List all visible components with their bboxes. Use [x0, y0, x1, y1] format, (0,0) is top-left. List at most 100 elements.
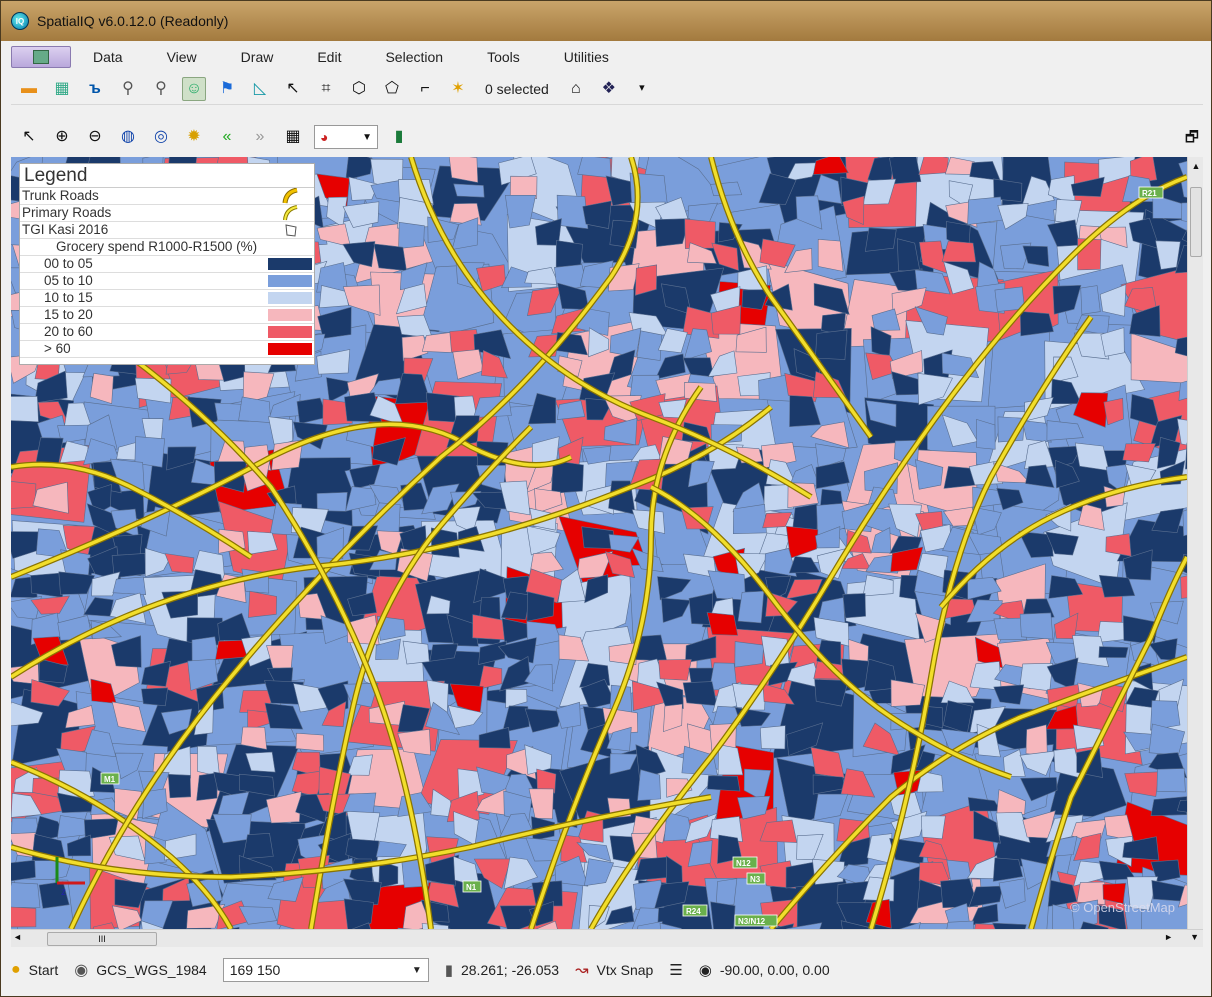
bookmark-icon[interactable]: ▮: [387, 125, 411, 149]
parcel-polygon: [864, 227, 897, 252]
view-orientation: ◉ -90.00, 0.00, 0.00: [698, 962, 830, 979]
legend-class-swatch: [268, 326, 312, 338]
legend-class-label: 20 to 60: [44, 324, 93, 339]
scroll-down-icon[interactable]: ▼: [1190, 932, 1199, 942]
crs-indicator[interactable]: ◉ GCS_WGS_1984: [74, 960, 206, 980]
location-marker-icon[interactable]: ⚑: [215, 77, 239, 101]
status-bar: ● Start ◉ GCS_WGS_1984 169 150 ▼ ▮ 28.261; -…: [11, 953, 1203, 987]
menu-data[interactable]: Data: [71, 49, 145, 65]
map-toolbar: ↖ ⊕ ⊖ ◍ ◎ ✹ « » ▦ ◕ ▼ ▮: [11, 121, 1203, 153]
parcel-polygon: [11, 481, 37, 509]
road-shield-label: N1: [466, 883, 477, 892]
pointer-icon[interactable]: ↖: [17, 125, 41, 149]
select-rectangle-icon[interactable]: ⌗: [314, 77, 338, 101]
parcel-polygon: [710, 181, 743, 197]
menu-draw[interactable]: Draw: [219, 49, 296, 65]
polygon-layer-symbol-icon: [285, 224, 297, 237]
parcel-polygon: [815, 329, 848, 360]
parcel-polygon: [197, 745, 220, 777]
parcel-polygon: [759, 725, 786, 750]
legend-class-label: > 60: [44, 341, 71, 356]
vertical-scroll-thumb[interactable]: [1190, 187, 1202, 257]
parcel-polygon: [556, 194, 589, 230]
map-canvas[interactable]: R21 M1 N1 N3 N12 R24 N3/N12 z Legend Trunk Roa…: [11, 157, 1187, 929]
scroll-up-icon[interactable]: ▲: [1188, 159, 1204, 173]
application-menu-button[interactable]: [11, 46, 71, 68]
parcel-polygon: [1019, 612, 1054, 640]
clear-selection-icon[interactable]: ✶: [446, 77, 470, 101]
title-bar[interactable]: IQ SpatialIQ v6.0.12.0 (Readonly): [1, 1, 1211, 41]
legend-classes: 00 to 05 05 to 10 10 to 15 15 to 20 20 to 60…: [20, 256, 314, 358]
zoom-out-icon[interactable]: ⊖: [83, 125, 107, 149]
road-shield: R21: [1138, 186, 1164, 199]
zoom-in-icon[interactable]: ⊕: [50, 125, 74, 149]
notes-button[interactable]: ☰: [669, 961, 682, 979]
legend-layer-trunk-roads: Trunk Roads: [20, 188, 314, 205]
pin-group-icon[interactable]: ⚲: [149, 77, 173, 101]
parcel-polygon: [658, 659, 692, 681]
parcel-polygon: [715, 878, 738, 906]
lightbulb-icon: ●: [11, 961, 21, 978]
select-point-icon[interactable]: ↖: [281, 77, 305, 101]
parcel-polygon: [402, 640, 430, 665]
menu-edit[interactable]: Edit: [295, 49, 363, 65]
app-window: IQ SpatialIQ v6.0.12.0 (Readonly) Data V…: [0, 0, 1212, 997]
open-folder-icon[interactable]: ▬: [17, 77, 41, 101]
settings-gear-icon[interactable]: ✹: [182, 125, 206, 149]
theme-icon: ◕: [320, 129, 329, 145]
parcel-polygon: [636, 330, 663, 361]
select-line-icon[interactable]: ⌐: [413, 77, 437, 101]
vertical-scrollbar[interactable]: ▲: [1187, 157, 1203, 929]
legend-class-label: 10 to 15: [44, 290, 93, 305]
parcel-polygon: [1019, 311, 1054, 337]
vertex-snap-toggle[interactable]: ↝ Vtx Snap: [575, 960, 653, 980]
select-polygon-icon[interactable]: ⬡: [347, 77, 371, 101]
legend-class-swatch: [268, 258, 312, 270]
info-layer-icon[interactable]: ъ: [83, 77, 107, 101]
road-shield: M1: [100, 772, 120, 785]
road-shield: N3: [746, 872, 766, 885]
restore-window-icon[interactable]: 🗗: [1185, 127, 1199, 152]
parcel-polygon: [1156, 768, 1186, 793]
parcel-polygon: [920, 815, 946, 840]
next-extent-icon[interactable]: »: [248, 125, 272, 149]
legend-class-label: 05 to 10: [44, 273, 93, 288]
scroll-left-icon[interactable]: ◄: [13, 932, 22, 942]
select-freehand-icon[interactable]: ⬠: [380, 77, 404, 101]
zoom-to-layer-icon[interactable]: ◎: [149, 125, 173, 149]
road-shield: R24: [682, 904, 708, 917]
add-map-layer-icon[interactable]: ▦: [50, 77, 74, 101]
full-extent-icon[interactable]: ◍: [116, 125, 140, 149]
road-shield-label: N3/N12: [738, 917, 766, 926]
parcel-polygon: [682, 681, 718, 707]
pin-tool-icon[interactable]: ⚲: [116, 77, 140, 101]
menu-view[interactable]: View: [145, 49, 219, 65]
menu-utilities[interactable]: Utilities: [542, 49, 631, 65]
eye-icon: ◉: [698, 962, 712, 979]
parcel-polygon: [684, 218, 716, 249]
road-shield: N1: [462, 880, 482, 893]
horizontal-scroll-thumb[interactable]: III: [47, 932, 157, 946]
label-tool-icon[interactable]: ☺: [182, 76, 206, 101]
measure-icon[interactable]: ◺: [248, 77, 272, 101]
parcel-polygon: [453, 183, 485, 198]
scale-combobox[interactable]: 169 150 ▼: [222, 958, 429, 982]
legend-class-row: 20 to 60: [20, 324, 314, 341]
parcel-polygon: [112, 576, 147, 596]
toolbar-overflow-icon[interactable]: ▾: [630, 77, 654, 101]
parcel-polygon: [941, 240, 977, 263]
mouse-icon: ▮: [444, 962, 453, 979]
menu-tools[interactable]: Tools: [465, 49, 542, 65]
globe-icon: ◉: [74, 962, 89, 979]
horizontal-scrollbar[interactable]: ◄ III ► ▼: [11, 929, 1203, 947]
building-icon[interactable]: ⌂: [564, 77, 588, 101]
menu-selection[interactable]: Selection: [363, 49, 465, 65]
grid-icon[interactable]: ▦: [281, 125, 305, 149]
scroll-right-icon[interactable]: ►: [1164, 932, 1173, 942]
start-button[interactable]: ● Start: [11, 961, 58, 979]
layers-icon[interactable]: ❖: [597, 77, 621, 101]
parcel-polygon: [710, 901, 736, 929]
previous-extent-icon[interactable]: «: [215, 125, 239, 149]
theme-dropdown[interactable]: ◕ ▼: [314, 125, 378, 149]
legend-class-swatch: [268, 275, 312, 287]
